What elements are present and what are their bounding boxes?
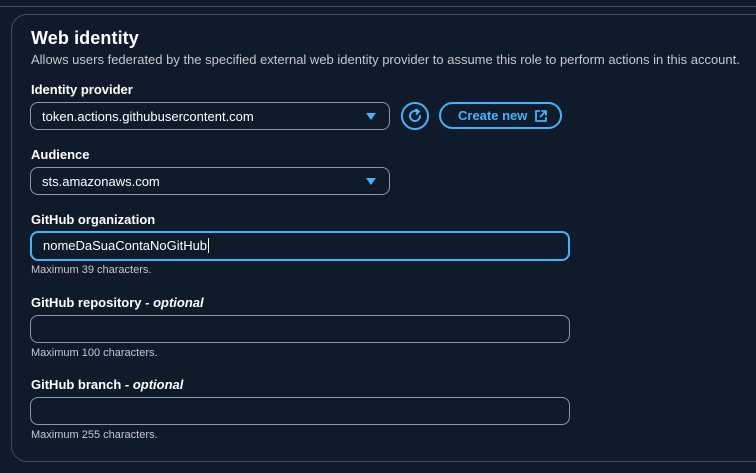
github-branch-input[interactable] <box>30 397 570 425</box>
caret-down-icon <box>366 113 376 120</box>
top-divider <box>0 0 756 7</box>
refresh-button[interactable] <box>401 102 429 130</box>
refresh-icon <box>409 108 422 122</box>
github-repository-input[interactable] <box>30 315 570 343</box>
external-link-icon <box>535 110 547 122</box>
section-title: Web identity <box>31 28 139 48</box>
optional-tag: - optional <box>145 295 204 310</box>
github-organization-value: nomeDaSuaContaNoGitHub <box>43 238 210 253</box>
audience-label: Audience <box>31 147 90 162</box>
github-branch-label: GitHub branch - optional <box>31 377 184 392</box>
identity-provider-value: token.actions.githubusercontent.com <box>42 109 254 124</box>
github-repository-label: GitHub repository - optional <box>31 295 204 310</box>
identity-provider-select[interactable]: token.actions.githubusercontent.com <box>30 102 390 130</box>
text-cursor <box>208 238 210 253</box>
section-description: Allows users federated by the specified … <box>31 52 740 67</box>
identity-provider-label: Identity provider <box>31 82 133 97</box>
audience-value: sts.amazonaws.com <box>42 174 160 189</box>
github-organization-hint: Maximum 39 characters. <box>31 264 152 276</box>
create-new-label: Create new <box>458 108 528 123</box>
github-branch-hint: Maximum 255 characters. <box>31 429 158 441</box>
optional-tag: - optional <box>124 377 184 392</box>
github-organization-input[interactable]: nomeDaSuaContaNoGitHub <box>30 231 570 261</box>
create-new-button[interactable]: Create new <box>439 102 562 129</box>
github-repository-hint: Maximum 100 characters. <box>31 347 158 359</box>
github-organization-label: GitHub organization <box>31 212 156 227</box>
audience-select[interactable]: sts.amazonaws.com <box>30 167 390 195</box>
caret-down-icon <box>366 178 376 185</box>
